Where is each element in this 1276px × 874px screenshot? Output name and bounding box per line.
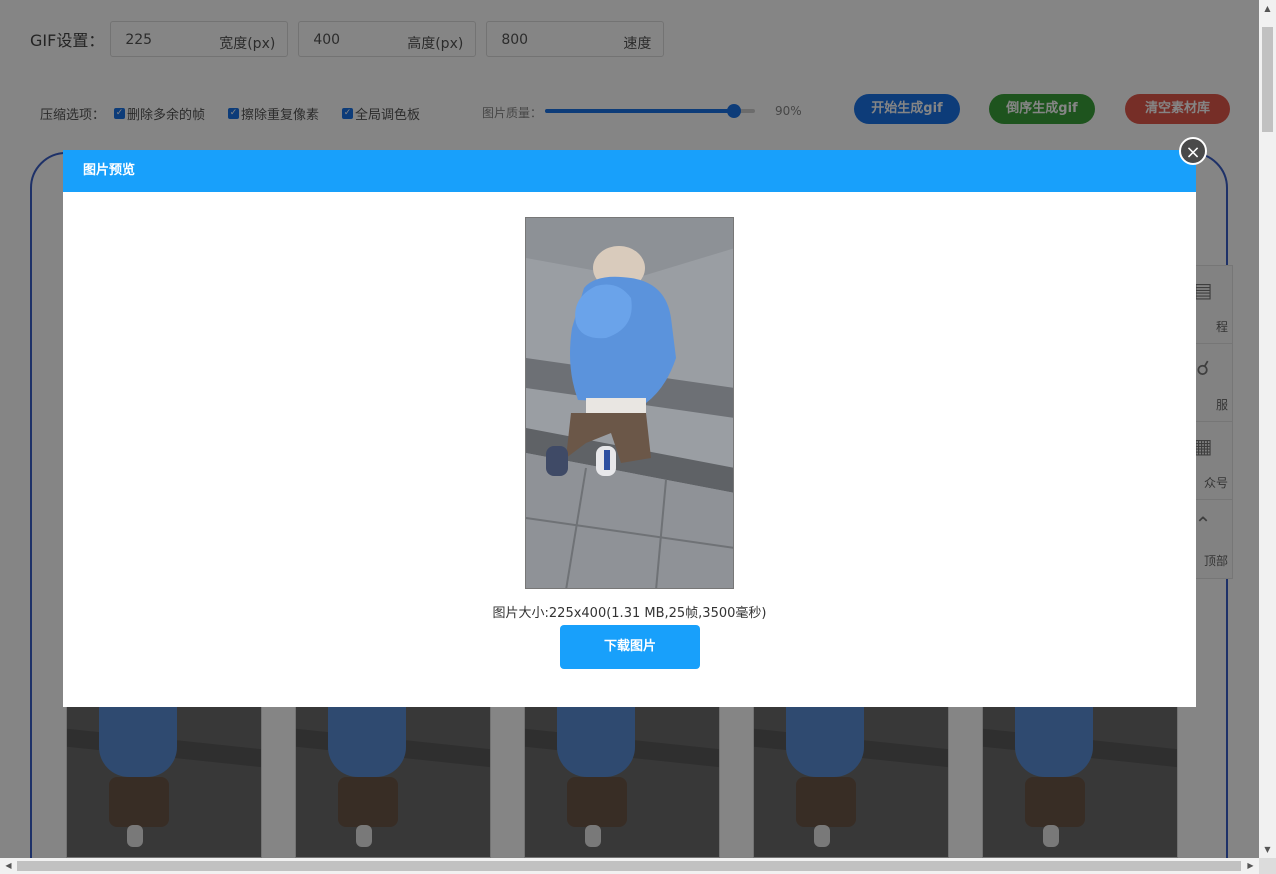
scrollbar-corner [1259,858,1276,874]
scroll-up-icon[interactable]: ▲ [1259,0,1276,17]
child-crawling-illustration [526,218,733,588]
horizontal-scrollbar-thumb[interactable] [17,861,1241,871]
scroll-left-icon[interactable]: ◀ [0,858,17,874]
image-info-text: 图片大小:225x400(1.31 MB,25帧,3500毫秒) [492,606,767,621]
vertical-scrollbar-thumb[interactable] [1262,27,1273,132]
image-preview-modal: 图片预览 图片大小:225x400(1.31 MB,25帧,3500毫秒) 下载… [63,150,1196,707]
scroll-right-icon[interactable]: ▶ [1242,858,1259,874]
close-icon[interactable]: × [1179,137,1207,165]
vertical-scrollbar[interactable]: ▲ ▼ [1259,0,1276,858]
gif-preview-image [525,217,734,589]
modal-title: 图片预览 [63,150,1196,192]
scroll-down-icon[interactable]: ▼ [1259,841,1276,858]
horizontal-scrollbar[interactable]: ◀ ▶ [0,858,1259,874]
download-image-button[interactable]: 下载图片 [560,625,700,669]
